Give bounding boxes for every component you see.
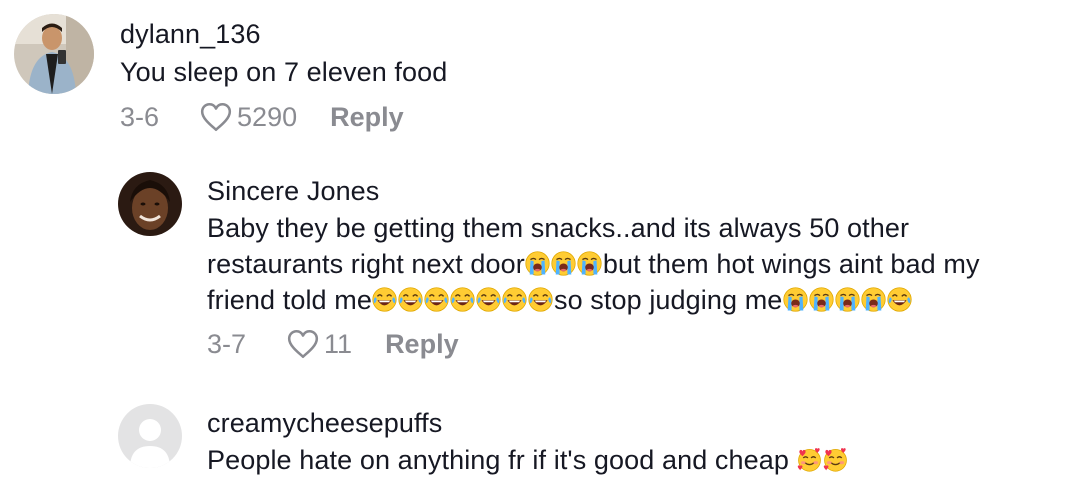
reply-button[interactable]: Reply — [385, 326, 459, 362]
loudly-crying-face-emoji — [783, 287, 808, 312]
comment-meta: 3-7 11 Reply — [207, 326, 980, 362]
tears-of-joy-emoji — [450, 287, 475, 312]
loudly-crying-face-emoji — [577, 251, 602, 276]
comment-creamycheesepuffs: creamycheesepuffs People hate on anythin… — [118, 404, 849, 478]
comment-dylann: dylann_136 You sleep on 7 eleven food 3-… — [14, 14, 447, 135]
loudly-crying-face-emoji — [861, 287, 886, 312]
avatar[interactable] — [118, 404, 182, 468]
reply-button[interactable]: Reply — [330, 99, 404, 135]
like-button[interactable]: 5290 — [199, 99, 297, 135]
smiling-face-with-hearts-emoji — [823, 447, 848, 472]
comment-date: 3-6 — [120, 102, 160, 132]
tears-of-joy-emoji — [372, 287, 397, 312]
smiling-face-with-hearts-emoji — [797, 447, 822, 472]
comment-sincere-jones: Sincere Jones Baby they be getting them … — [118, 172, 980, 362]
tears-of-joy-emoji — [887, 287, 912, 312]
text-segment: restaurants right next door — [207, 249, 525, 279]
avatar[interactable] — [14, 14, 94, 94]
user-photo — [14, 14, 94, 94]
like-count: 11 — [324, 329, 353, 359]
comment-text: Baby they be getting them snacks..and it… — [207, 210, 980, 318]
comment-text: You sleep on 7 eleven food — [120, 57, 448, 87]
loudly-crying-face-emoji — [809, 287, 834, 312]
comment-username[interactable]: Sincere Jones — [207, 174, 980, 208]
comment-text-line: restaurants right next door but them hot … — [207, 246, 980, 282]
heart-outline-icon[interactable] — [199, 102, 233, 132]
tears-of-joy-emoji — [476, 287, 501, 312]
loudly-crying-face-emoji — [551, 251, 576, 276]
like-count: 5290 — [237, 102, 298, 132]
comment-date: 3-7 — [207, 329, 247, 359]
heart-outline-icon[interactable] — [286, 329, 320, 359]
comment-text: People hate on anything fr if it's good … — [207, 442, 849, 478]
comment-username[interactable]: dylann_136 — [120, 17, 447, 51]
loudly-crying-face-emoji — [525, 251, 550, 276]
text-segment: friend told me — [207, 285, 372, 315]
text-segment: People hate on anything fr if it's good … — [207, 445, 789, 475]
tears-of-joy-emoji — [528, 287, 553, 312]
tears-of-joy-emoji — [502, 287, 527, 312]
loudly-crying-face-emoji — [835, 287, 860, 312]
default-avatar-icon — [118, 404, 182, 468]
text-segment: so stop judging me — [553, 285, 783, 315]
comment-text-line: friend told me so stop judging me — [207, 282, 980, 318]
tears-of-joy-emoji — [398, 287, 423, 312]
avatar[interactable] — [118, 172, 182, 236]
text-segment: but them hot wings aint bad my — [602, 249, 980, 279]
like-button[interactable]: 11 — [286, 326, 352, 362]
comment-text-line: Baby they be getting them snacks..and it… — [207, 213, 910, 243]
comment-meta: 3-6 5290 Reply — [120, 99, 447, 135]
user-photo — [118, 172, 182, 236]
tears-of-joy-emoji — [424, 287, 449, 312]
comment-username[interactable]: creamycheesepuffs — [207, 406, 849, 440]
